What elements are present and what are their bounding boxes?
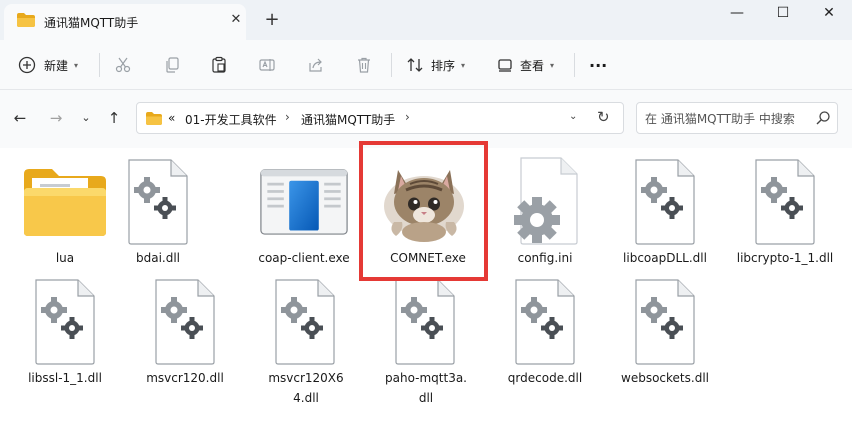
file-item-paho-mqtt3a-dll[interactable]: paho-mqtt3a.dll [371,270,479,405]
application-window-icon [260,169,348,235]
close-window-button[interactable]: ✕ [806,0,852,30]
tab-title: 通讯猫MQTT助手 [44,16,139,30]
chevron-down-icon: ▾ [550,60,555,70]
breadcrumb-item[interactable]: 通讯猫MQTT助手 [301,111,395,128]
file-name: websockets.dll [621,371,709,385]
view-icon [498,59,512,72]
file-item-msvcr120x64-dll[interactable]: msvcr120X64.dll [251,270,359,405]
file-name: msvcr120.dll [146,371,224,385]
breadcrumb-separator[interactable]: › [285,110,290,124]
address-dropdown-chevron-icon[interactable]: ⌄ [569,111,577,122]
sort-icon [407,58,423,72]
search-icon[interactable] [815,110,831,126]
file-item-lua[interactable]: lua [11,150,119,268]
maximize-button[interactable]: ☐ [760,0,806,30]
recent-locations-chevron-icon[interactable]: ⌄ [76,108,96,128]
chevron-down-icon: ▾ [461,60,466,70]
file-name: bdai.dll [135,251,181,265]
dll-file-icon [155,279,215,365]
file-item-config-ini[interactable]: config.ini [491,150,599,268]
trash-icon [358,57,370,73]
file-item-libssl-dll[interactable]: libssl-1_1.dll [11,270,119,388]
tab-current-folder[interactable]: 通讯猫MQTT助手 ✕ [4,4,246,40]
navigation-row: ← → ⌄ ↑ « 01-开发工具软件 › 通讯猫MQTT助手 › ⌄ ↻ [0,90,852,148]
folder-icon [146,112,162,125]
new-button-label: 新建 [44,58,69,73]
dll-file-icon [275,279,335,365]
file-item-bdai-dll[interactable]: bdai.dll [104,150,212,268]
forward-arrow-icon[interactable]: → [46,108,66,128]
title-bar: 通讯猫MQTT助手 ✕ + — ☐ ✕ [0,0,852,40]
breadcrumb-separator[interactable]: › [405,110,410,124]
breadcrumb-item[interactable]: 01-开发工具软件 [185,111,277,128]
tab-close-icon[interactable]: ✕ [228,12,244,28]
refresh-icon[interactable]: ↻ [597,108,610,126]
sort-button-label: 排序 [431,58,456,73]
scissors-icon [115,57,131,73]
rename-icon [259,59,275,71]
divider [574,53,575,77]
sort-button[interactable]: 排序 ▾ [406,50,465,80]
file-name: qrdecode.dll [507,371,583,385]
file-item-websockets-dll[interactable]: websockets.dll [611,270,719,388]
delete-button[interactable] [355,50,373,80]
clipboard-icon [212,56,226,73]
share-icon [309,58,322,72]
file-list: lua bdai.dll coap-client.exe COMNET.exe … [0,141,852,426]
dll-file-icon [635,279,695,365]
file-item-libcoapdll-dll[interactable]: libcoapDLL.dll [611,150,719,268]
dll-file-icon [35,279,95,365]
divider [391,53,392,77]
copy-icon [166,57,179,73]
file-item-libcrypto-dll[interactable]: libcrypto-1_1.dll [731,150,839,268]
cut-button[interactable] [114,50,132,80]
dll-file-icon [515,279,575,365]
file-item-qrdecode-dll[interactable]: qrdecode.dll [491,270,599,388]
file-name: libssl-1_1.dll [28,371,102,385]
dll-file-icon [395,279,455,365]
file-name: coap-client.exe [258,251,350,265]
command-bar: 新建 ▾ 排序 ▾ 查看 ▾ ··· [0,40,852,90]
chevron-down-icon: ▾ [74,60,79,70]
file-name: libcrypto-1_1.dll [736,251,834,265]
share-button[interactable] [307,50,325,80]
back-arrow-icon[interactable]: ← [10,108,30,128]
new-button[interactable]: 新建 ▾ [18,50,78,80]
settings-file-icon [514,157,578,245]
address-bar[interactable]: « 01-开发工具软件 › 通讯猫MQTT助手 › ⌄ ↻ [136,102,624,134]
file-name: libcoapDLL.dll [623,251,707,265]
search-input[interactable] [645,110,805,128]
file-name: msvcr120X64.dll [268,371,344,405]
file-name: config.ini [517,251,573,265]
file-name: paho-mqtt3a.dll [385,371,467,405]
minimize-button[interactable]: — [714,0,760,30]
divider [99,53,100,77]
breadcrumb-overflow[interactable]: « [168,111,175,125]
up-arrow-icon[interactable]: ↑ [104,108,124,128]
paste-button[interactable] [210,50,228,80]
file-name: lua [55,251,75,265]
search-box[interactable] [636,102,838,134]
rename-button[interactable] [258,50,276,80]
dll-file-icon [635,159,695,245]
dll-file-icon [755,159,815,245]
file-item-coap-client-exe[interactable]: coap-client.exe [250,150,358,268]
view-button-label: 查看 [520,58,545,73]
copy-button[interactable] [163,50,181,80]
more-options-button[interactable]: ··· [589,50,607,80]
new-tab-button[interactable]: + [262,10,282,30]
dll-file-icon [128,159,188,245]
selection-highlight-box [359,141,488,281]
folder-icon [17,13,35,27]
view-button[interactable]: 查看 ▾ [496,50,554,80]
plus-circle-icon [18,56,36,74]
file-item-msvcr120-dll[interactable]: msvcr120.dll [131,270,239,388]
folder-icon [24,169,106,236]
